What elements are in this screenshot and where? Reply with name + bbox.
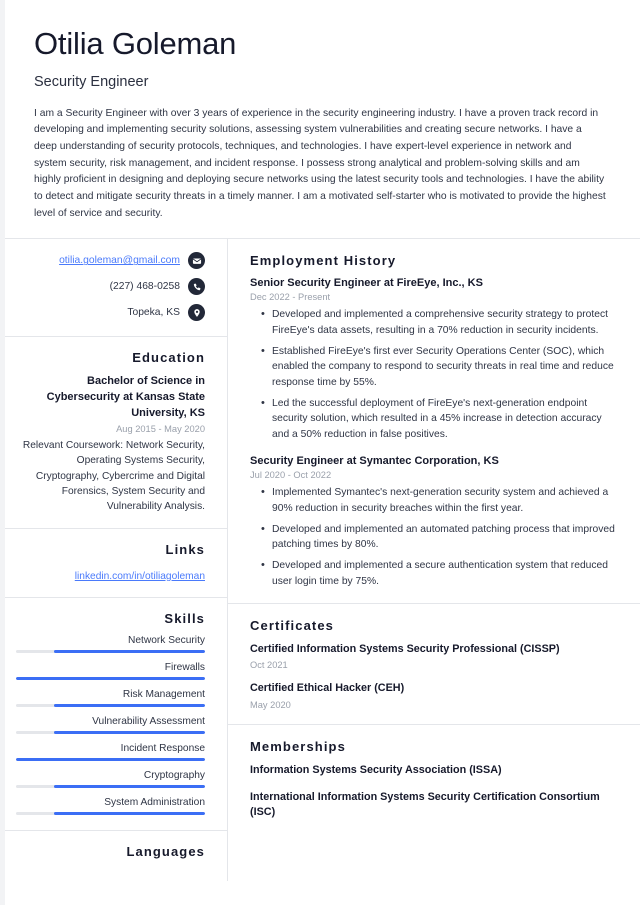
skill-label: Incident Response [120, 742, 205, 754]
resume-header: Otilia Goleman Security Engineer I am a … [0, 0, 640, 238]
location-pin-icon [188, 304, 205, 322]
skill-label: Firewalls [164, 661, 205, 673]
jobs-list: Senior Security Engineer at FireEye, Inc… [250, 277, 618, 589]
memberships-section: Memberships Information Systems Security… [228, 725, 640, 835]
job-bullet: Developed and implemented a secure authe… [261, 557, 618, 589]
page-left-margin-strip [0, 0, 5, 905]
skill-item: Network Security [16, 635, 205, 653]
candidate-job-title: Security Engineer [34, 73, 149, 90]
certificates-title: Certificates [250, 618, 335, 634]
skill-level-bar [16, 676, 205, 680]
education-section-title: Education [132, 350, 205, 366]
certificate-item: Certified Information Systems Security P… [250, 642, 618, 670]
skill-label: Vulnerability Assessment [92, 715, 205, 727]
certificate-name: Certified Ethical Hacker (CEH) [250, 682, 405, 695]
skill-label: Risk Management [122, 688, 205, 700]
skill-level-bar [16, 730, 205, 734]
certificate-date: May 2020 [250, 699, 291, 710]
education-description: Relevant Coursework: Network Security, O… [22, 440, 205, 513]
contact-phone-text: (227) 468-0258 [109, 281, 180, 293]
job-bullet: Developed and implemented a comprehensiv… [261, 306, 618, 338]
contact-email-row[interactable]: otilia.goleman@gmail.com [16, 252, 205, 270]
skill-level-bar [16, 784, 205, 788]
candidate-name: Otilia Goleman [34, 26, 237, 61]
phone-icon [188, 278, 205, 296]
job-bullet-list: Implemented Symantec's next-generation s… [250, 484, 618, 589]
job-entry: Security Engineer at Symantec Corporatio… [250, 455, 618, 589]
contact-email-text[interactable]: otilia.goleman@gmail.com [59, 255, 180, 266]
membership-item: International Information Systems Securi… [250, 790, 600, 819]
contact-location-row: Topeka, KS [16, 304, 205, 322]
link-item[interactable]: linkedin.com/in/otiliagoleman [16, 566, 205, 584]
job-bullet-list: Developed and implemented a comprehensiv… [250, 306, 618, 443]
skill-level-fill [53, 649, 205, 653]
skill-item: Vulnerability Assessment [16, 716, 205, 734]
employment-history-title: Employment History [250, 253, 397, 269]
job-bullet: Implemented Symantec's next-generation s… [261, 484, 618, 516]
skill-level-fill [53, 703, 205, 707]
job-date-range: Jul 2020 - Oct 2022 [250, 470, 332, 481]
skill-level-bar [16, 757, 205, 761]
membership-item: Information Systems Security Association… [250, 763, 502, 776]
education-date: Aug 2015 - May 2020 [116, 424, 205, 435]
job-role: Senior Security Engineer at FireEye, Inc… [250, 277, 483, 290]
sidebar-column: otilia.goleman@gmail.com (227) 468-0258 … [0, 239, 228, 881]
contact-section: otilia.goleman@gmail.com (227) 468-0258 … [0, 239, 227, 338]
certificate-item: Certified Ethical Hacker (CEH) May 2020 [250, 681, 618, 709]
job-role: Security Engineer at Symantec Corporatio… [250, 455, 499, 468]
education-section: Education Bachelor of Science in Cyberse… [0, 337, 227, 529]
job-bullet: Led the successful deployment of FireEye… [261, 395, 618, 443]
languages-section: Languages [0, 831, 227, 881]
skill-level-fill [53, 730, 205, 734]
skill-item: Risk Management [16, 689, 205, 707]
skills-section: Skills Network Security Firewalls Risk Man… [0, 598, 227, 831]
skills-section-title: Skills [164, 610, 205, 626]
resume-page: Otilia Goleman Security Engineer I am a … [0, 0, 640, 905]
skill-level-bar [16, 811, 205, 815]
contact-phone-row[interactable]: (227) 468-0258 [16, 278, 205, 296]
skill-level-bar [16, 649, 205, 653]
skill-item: System Administration [16, 797, 205, 815]
memberships-title: Memberships [250, 738, 346, 754]
skill-level-fill [53, 811, 205, 815]
certificate-name: Certified Information Systems Security P… [250, 643, 560, 656]
languages-section-title: Languages [126, 843, 205, 859]
links-section-title: Links [165, 541, 205, 557]
envelope-icon [188, 252, 205, 270]
links-section: Links linkedin.com/in/otiliagoleman [0, 529, 227, 598]
professional-summary: I am a Security Engineer with over 3 yea… [34, 107, 606, 219]
job-entry: Senior Security Engineer at FireEye, Inc… [250, 277, 618, 442]
education-degree: Bachelor of Science in Cybersecurity at … [46, 375, 205, 419]
memberships-list: Information Systems Security Association… [250, 763, 618, 821]
job-date-range: Dec 2022 - Present [250, 292, 331, 303]
main-column: Employment History Senior Security Engin… [228, 239, 640, 880]
certificate-date: Oct 2021 [250, 660, 288, 671]
employment-history-section: Employment History Senior Security Engin… [228, 239, 640, 605]
skill-level-fill [16, 757, 205, 761]
skill-level-bar [16, 703, 205, 707]
skill-level-fill [53, 784, 205, 788]
skill-item: Incident Response [16, 743, 205, 761]
resume-body-columns: otilia.goleman@gmail.com (227) 468-0258 … [0, 239, 640, 881]
skills-list: Network Security Firewalls Risk Management… [16, 635, 205, 815]
job-bullet: Developed and implemented an automated p… [261, 521, 618, 553]
skill-label: System Administration [104, 796, 205, 808]
contact-location-text: Topeka, KS [127, 307, 180, 319]
certificates-section: Certificates Certified Information Syste… [228, 604, 640, 725]
skill-label: Cryptography [143, 769, 205, 781]
link-item-label[interactable]: linkedin.com/in/otiliagoleman [75, 571, 205, 582]
certificates-list: Certified Information Systems Security P… [250, 642, 618, 709]
job-bullet: Established FireEye's first ever Securit… [261, 343, 618, 391]
skill-label: Network Security [128, 634, 205, 646]
skill-level-fill [16, 676, 205, 680]
skill-item: Cryptography [16, 770, 205, 788]
skill-item: Firewalls [16, 662, 205, 680]
